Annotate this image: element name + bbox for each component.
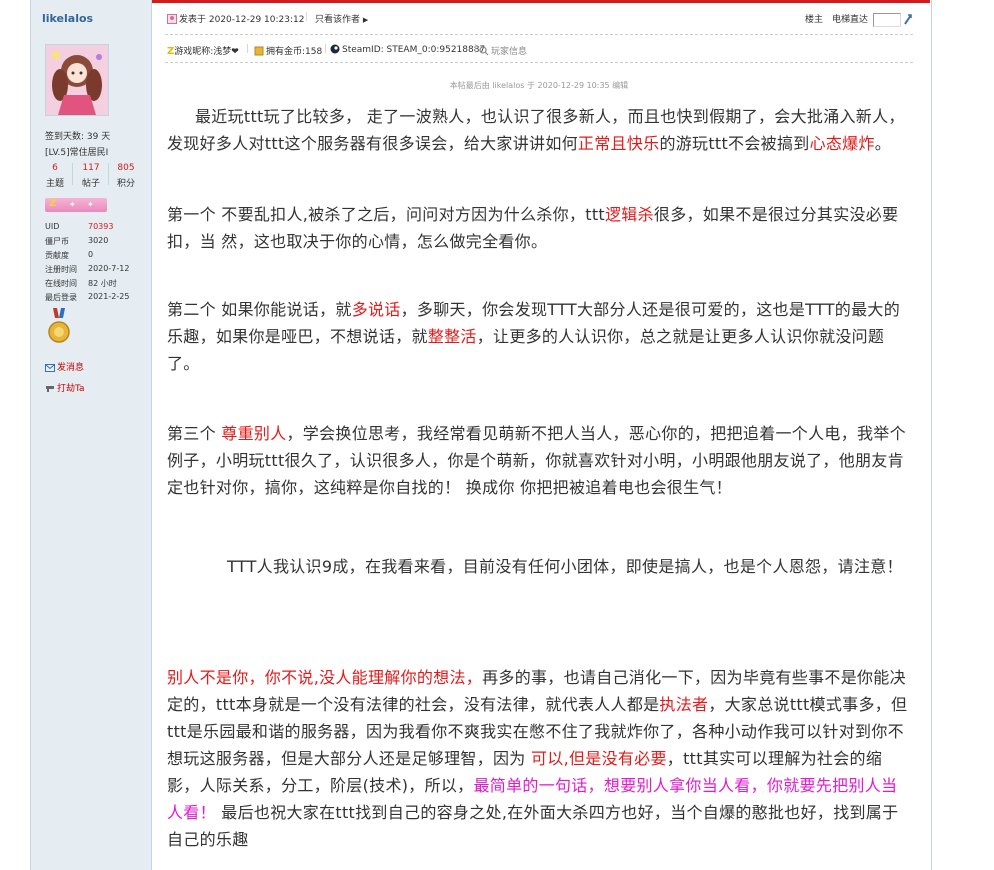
header-divider-line <box>165 34 913 35</box>
z-badge-icon: Z <box>49 198 57 209</box>
floor-input[interactable] <box>873 13 901 27</box>
steam-id-field: SteamID: STEAM_0:0:95218887 <box>330 44 485 55</box>
paragraph-intro: 最近玩ttt玩了比较多， 走了一波熟人，也认识了很多新人，而且也快到假期了，会大… <box>167 103 912 157</box>
checkin-days: 签到天数: 39 天 <box>45 132 111 142</box>
highlight-text: 正常且快乐 <box>577 134 660 153</box>
steam-id-text: SteamID: STEAM_0:0:95218887 <box>342 45 486 55</box>
info-key-regdate: 注册时间 <box>45 265 77 274</box>
info-value-coins: 3020 <box>88 236 109 245</box>
send-message-link[interactable]: 发消息 <box>45 360 84 373</box>
tip-link[interactable]: 打劫Ta <box>45 381 85 394</box>
highlight-text: 逻辑杀 <box>605 205 654 224</box>
field-divider: | <box>246 44 250 54</box>
sparkle-icon: ✦ <box>87 200 94 209</box>
info-key-contribution: 贡献度 <box>45 251 69 260</box>
coins-text: 拥有金币:158 <box>266 47 323 57</box>
info-value-lastlogin: 2021-2-25 <box>88 292 130 301</box>
user-group-badge: Z ✦ ✦ <box>45 198 107 212</box>
field-divider: | <box>324 44 328 54</box>
highlight-text: 可以,但是没有必要 <box>531 749 667 768</box>
online-status-icon <box>167 14 177 24</box>
search-icon <box>479 46 489 56</box>
stat-points-label: 积分 <box>116 179 135 189</box>
info-key-coins: 僵尸币 <box>45 237 69 246</box>
stat-points-count[interactable]: 805 <box>111 163 141 173</box>
text-segment: 的游玩ttt不会被搞到 <box>659 134 810 153</box>
text-segment: 第一个 不要乱扣人,被杀了之后，问问对方因为什么杀你，ttt <box>167 205 605 224</box>
stat-threads-count[interactable]: 6 <box>40 163 70 173</box>
envelope-icon <box>45 363 55 372</box>
highlight-text: 心态爆炸 <box>809 134 875 153</box>
header-divider-line <box>165 62 913 63</box>
field-divider: | <box>474 44 478 54</box>
play-arrow-icon: ▶ <box>362 16 369 24</box>
player-info-label: 玩家信息 <box>491 47 528 57</box>
text-segment: 。 <box>874 134 892 153</box>
text-segment: 第三个 <box>167 424 222 443</box>
stat-threads-label: 主题 <box>45 179 64 189</box>
stat-divider <box>72 163 73 185</box>
paragraph-conclusion: 别人不是你，你不说,没人能理解你的想法，再多的事，也请自己消化一下，因为毕竟有些… <box>167 664 912 853</box>
paragraph-third-point: 第三个 尊重别人，学会换位思考，我经常看见萌新不把人当人，恶心你的，把把追着一个… <box>167 420 912 501</box>
post-time: 发表于 2020-12-29 10:23:12 <box>167 12 304 25</box>
highlight-text: 执法者 <box>659 695 709 714</box>
steam-icon <box>330 44 340 54</box>
coins-field: 拥有金币:158 <box>254 44 322 57</box>
edited-notice: 本帖最后由 likelalos 于 2020-12-29 10:35 编辑 <box>449 81 629 90</box>
coin-icon <box>254 46 264 56</box>
text-segment: 最后也祝大家在ttt找到自己的容身之处,在外面大杀四方也好，当个自爆的憨批也好，… <box>167 803 899 849</box>
info-key-online: 在线时间 <box>45 279 77 288</box>
player-info-link[interactable]: 玩家信息 <box>479 44 527 57</box>
author-only-link[interactable]: 只看该作者 ▶ <box>315 12 368 25</box>
author-name[interactable]: likelalos <box>42 12 93 25</box>
stat-posts-label: 帖子 <box>81 179 100 189</box>
sparkle-icon: ✦ <box>69 200 76 209</box>
highlight-text: 整整活 <box>427 327 477 346</box>
paragraph-second-point: 第二个 如果你能说话，就多说话，多聊天，你会发现TTT大部分人还是很可爱的，这也… <box>167 296 912 377</box>
game-name-field: Z游戏昵称:浅梦❤ <box>167 44 239 57</box>
info-key-lastlogin: 最后登录 <box>45 293 77 302</box>
send-message-label: 发消息 <box>57 363 85 373</box>
tip-label: 打劫Ta <box>57 384 85 394</box>
user-level[interactable]: [LV.5]常住居民I <box>45 145 108 158</box>
paragraph-first-point: 第一个 不要乱扣人,被杀了之后，问问对方因为什么杀你，ttt逻辑杀很多，如果不是… <box>167 201 912 255</box>
posted-date: 发表于 2020-12-29 10:23:12 <box>179 15 305 25</box>
highlight-text: 尊重别人 <box>221 424 287 443</box>
author-only-label: 只看该作者 <box>315 15 361 25</box>
info-value-online: 82 小时 <box>88 279 117 288</box>
go-arrow-icon[interactable] <box>903 13 913 25</box>
post-top-line <box>152 0 930 3</box>
game-name-text: 游戏昵称:浅梦❤ <box>174 47 239 57</box>
info-value-regdate: 2020-7-12 <box>88 264 130 273</box>
avatar[interactable] <box>45 44 109 116</box>
stat-divider <box>108 163 109 185</box>
highlight-text: 多说话 <box>351 300 401 319</box>
jump-to-floor-label: 电梯直达 <box>832 15 869 25</box>
info-value-uid[interactable]: 70393 <box>88 222 113 231</box>
stat-posts-count[interactable]: 117 <box>76 163 106 173</box>
info-value-contribution: 0 <box>88 250 94 259</box>
header-divider: | <box>305 12 309 22</box>
floor-label: 楼主 <box>805 15 824 25</box>
medal-icon[interactable] <box>47 308 71 348</box>
gun-icon <box>46 385 54 392</box>
info-key-uid: UID <box>45 222 60 231</box>
text-segment: 第二个 如果你能说话，就 <box>167 300 352 319</box>
highlight-text: 别人不是你，你不说,没人能理解你的想法， <box>167 668 483 687</box>
paragraph-note: TTT人我认识9成，在我看来看，目前没有任何小团体，即使是搞人，也是个人恩怨，请… <box>227 557 903 576</box>
